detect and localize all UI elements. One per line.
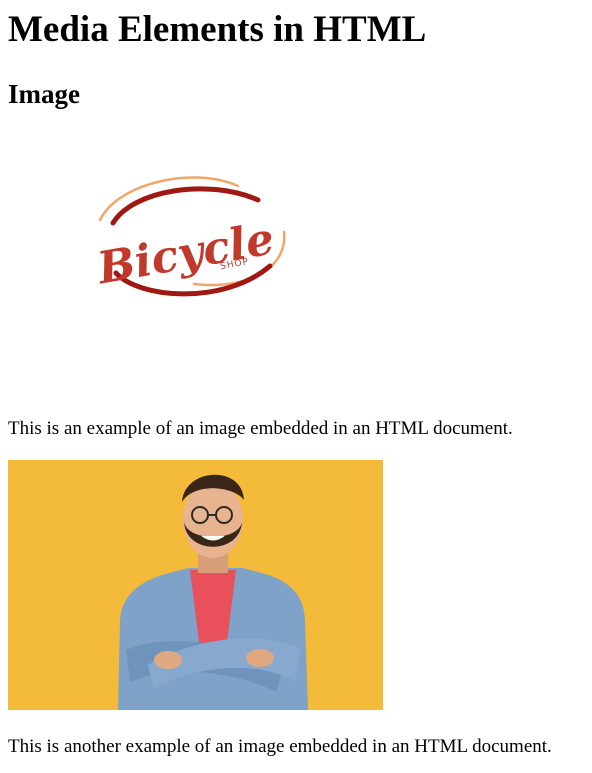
man-photo-image (8, 460, 383, 710)
hand-left (246, 649, 274, 667)
page-content: Media Elements in HTML Image Bicycle SHO… (0, 6, 592, 759)
section-heading-image: Image (8, 79, 80, 109)
logo-word: Bicycle (92, 213, 278, 294)
bicycle-shop-logo-image: Bicycle SHOP (8, 128, 383, 393)
hand-right (154, 651, 182, 669)
logo-ring-dark-top (110, 186, 261, 226)
caption-second: This is another example of an image embe… (8, 736, 552, 757)
caption-first: This is an example of an image embedded … (8, 418, 513, 439)
page-title: Media Elements in HTML (8, 9, 427, 50)
